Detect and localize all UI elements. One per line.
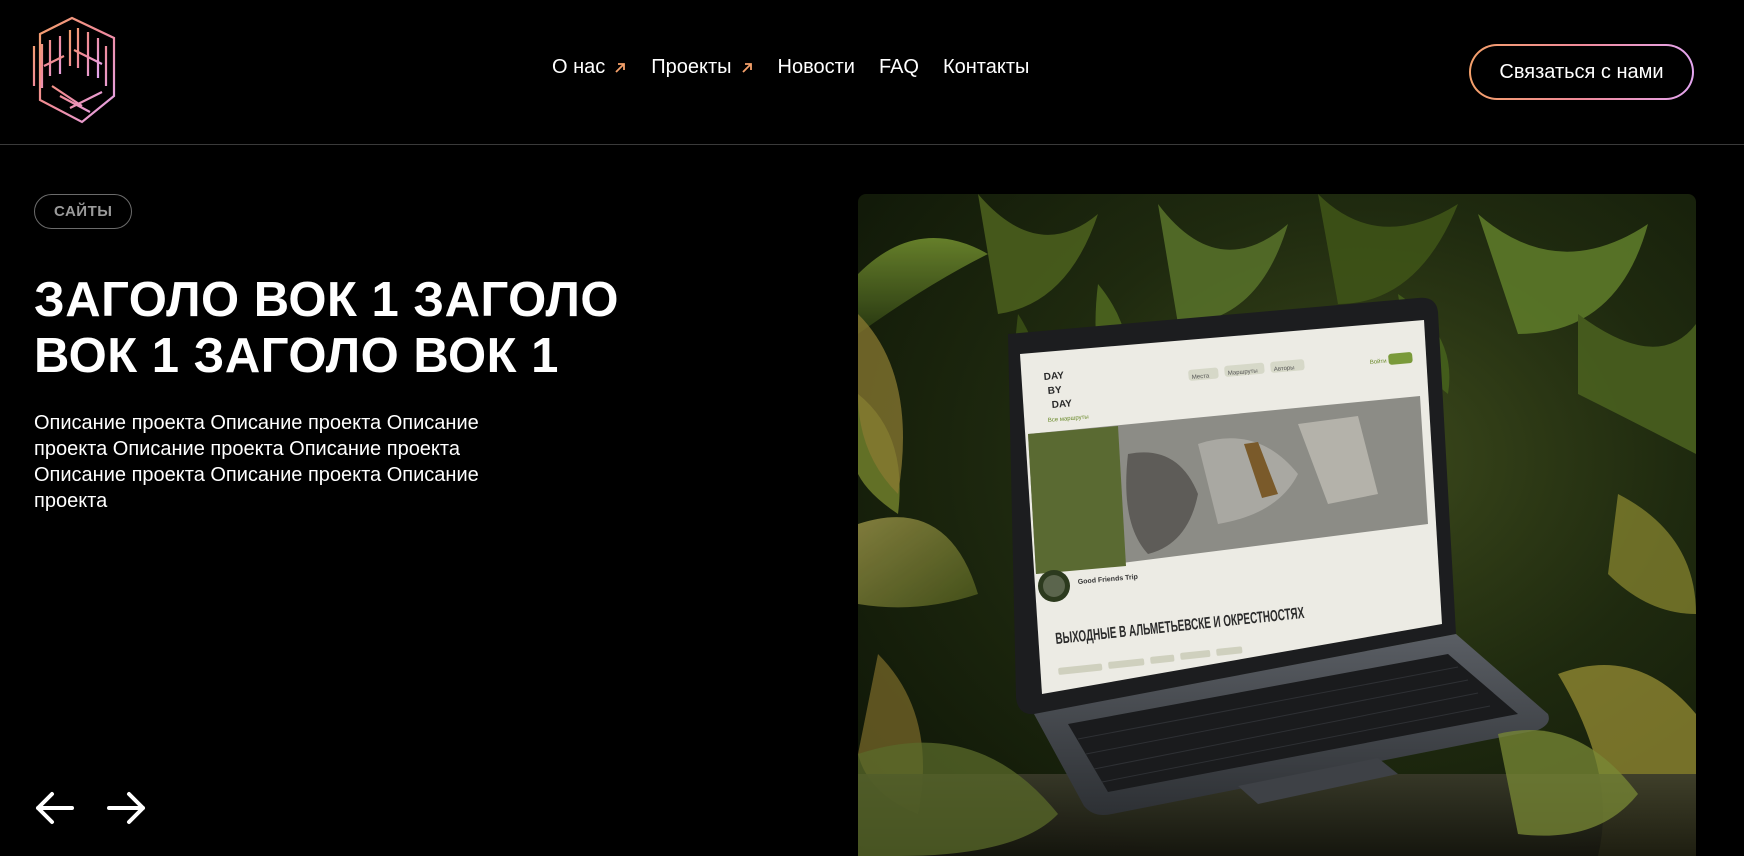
main-nav: О нас Проекты Новости FAQ Контакты <box>552 56 1029 79</box>
hero-description: Описание проекта Описание проекта Описан… <box>34 412 479 512</box>
screen-brand: DAY <box>1051 398 1072 411</box>
nav-item-label: О нас <box>552 56 606 78</box>
external-arrow-icon <box>615 62 626 73</box>
screen-brand: BY <box>1047 385 1062 397</box>
site-header: О нас Проекты Новости FAQ Контакты Связа… <box>0 0 1744 145</box>
category-tag: САЙТЫ <box>34 194 133 229</box>
nav-item-about[interactable]: О нас <box>552 56 627 79</box>
nav-item-contacts[interactable]: Контакты <box>943 56 1029 79</box>
external-arrow-icon <box>741 62 752 73</box>
nav-item-label: Новости <box>777 56 855 78</box>
nav-item-label: Контакты <box>942 56 1030 78</box>
nav-item-projects[interactable]: Проекты <box>651 56 753 79</box>
logo-icon[interactable] <box>30 16 124 126</box>
project-preview-image: DAY BY DAY Места Маршруты Авторы Войти В… <box>858 194 1696 856</box>
next-arrow-icon[interactable] <box>107 790 147 826</box>
nav-item-news[interactable]: Новости <box>778 56 855 79</box>
contact-us-button[interactable]: Связаться с нами <box>1469 44 1694 100</box>
nav-item-label: FAQ <box>878 56 919 78</box>
nav-item-label: Проекты <box>651 56 732 78</box>
laptop: DAY BY DAY Места Маршруты Авторы Войти В… <box>1008 297 1549 815</box>
hero-title: ЗАГОЛО ВОК 1 ЗАГОЛО ВОК 1 ЗАГОЛО ВОК 1 <box>34 273 619 383</box>
screen-login: Войти <box>1370 358 1387 366</box>
prev-arrow-icon[interactable] <box>34 790 74 826</box>
nav-item-faq[interactable]: FAQ <box>879 56 919 79</box>
screen-brand: DAY <box>1043 370 1064 383</box>
